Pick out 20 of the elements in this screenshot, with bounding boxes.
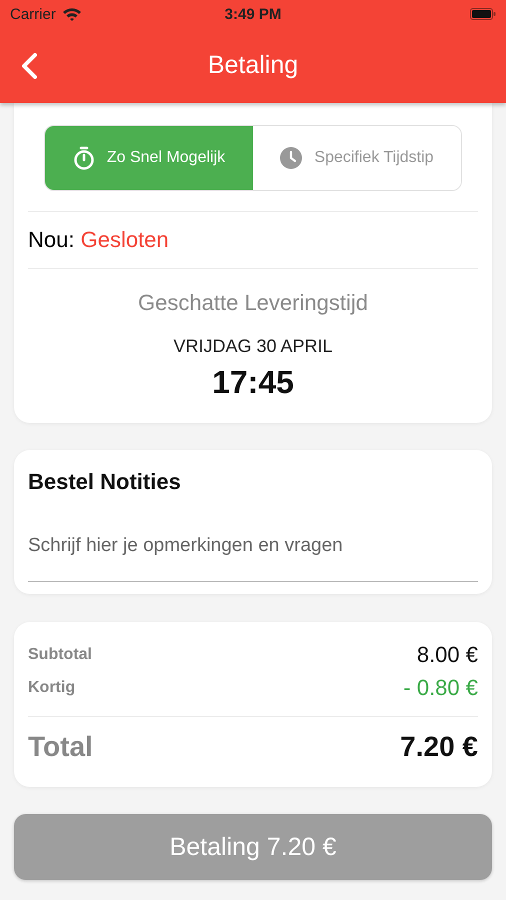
summary-amount: - 0.80 € bbox=[403, 674, 478, 700]
total-label: Total bbox=[28, 731, 93, 763]
clock-icon bbox=[280, 147, 302, 169]
notes-input-field[interactable]: Schrijf hier je opmerkingen en vragen bbox=[28, 524, 478, 582]
estimate-time: 17:45 bbox=[211, 363, 295, 401]
store-status: Nou: Gesloten bbox=[28, 226, 170, 254]
clock-time: 3:49 PM bbox=[224, 6, 282, 22]
delivery-option-tab[interactable]: Zo Snel Mogelijk bbox=[45, 126, 253, 190]
screen-title: Betaling bbox=[208, 51, 298, 80]
battery-icon bbox=[470, 8, 496, 20]
carrier-label: Carrier bbox=[10, 6, 56, 22]
estimate-date: VRIJDAG 30 APRIL bbox=[172, 335, 334, 357]
summary-amount: 8.00 € bbox=[416, 642, 478, 668]
summary-label: Subtotal bbox=[28, 646, 92, 664]
estimate-title: Geschatte Leveringstijd bbox=[137, 289, 369, 317]
total-amount: 7.20 € bbox=[400, 731, 478, 763]
notes-title: Bestel Notities bbox=[28, 468, 182, 496]
stopwatch-icon bbox=[72, 146, 95, 170]
summary-label: Kortig bbox=[28, 678, 76, 696]
wifi-icon bbox=[62, 7, 82, 21]
